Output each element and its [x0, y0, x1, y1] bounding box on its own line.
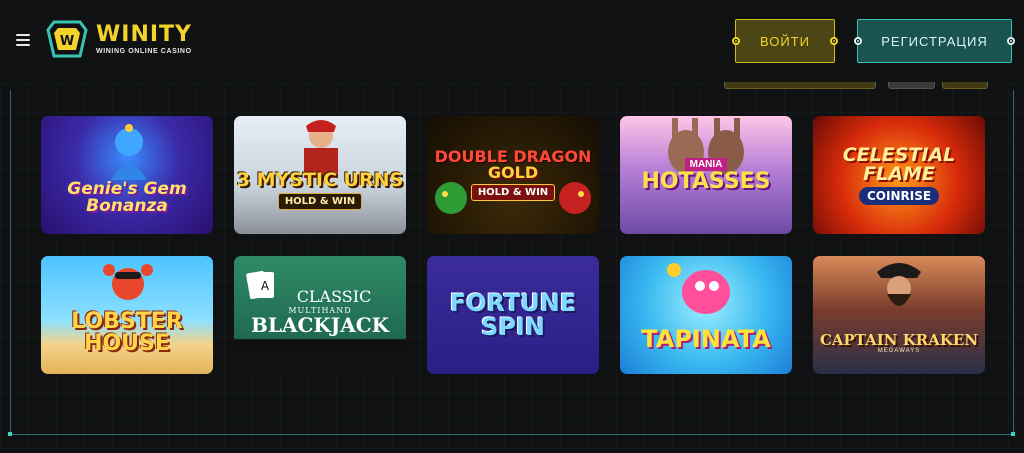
game-title: CELESTIAL FLAME	[842, 143, 956, 185]
register-label: РЕГИСТРАЦИЯ	[881, 33, 988, 49]
login-label: ВОЙТИ	[760, 33, 810, 49]
filter-bar-partial[interactable]	[888, 82, 935, 89]
filter-bar-partial[interactable]	[942, 82, 988, 89]
playing-cards-icon: A	[246, 270, 274, 300]
site-header: W WINITY WINING ONLINE CASINO ВОЙТИ РЕГИ…	[0, 0, 1024, 82]
game-title-top: CLASSIC	[296, 287, 372, 306]
game-title: LOBSTER HOUSE	[71, 309, 183, 356]
game-title: Genie's Gem Bonanza	[67, 179, 187, 216]
game-title: HOTASSES	[641, 168, 771, 194]
game-tile-classic-multihand-blackjack[interactable]: A CLASSIC MULTIHAND BLACKJACK	[234, 256, 406, 374]
game-tile-genies-gem-bonanza[interactable]: Genie's Gem Bonanza	[41, 116, 213, 234]
svg-text:A: A	[261, 279, 270, 293]
game-subtitle: COINRISE	[858, 186, 940, 205]
button-ornament-icon	[854, 37, 862, 45]
game-title-small: MEGAWAYS	[877, 347, 921, 354]
frame-border-bottom	[10, 434, 1014, 435]
game-title: DOUBLE DRAGON GOLD	[435, 149, 592, 181]
button-ornament-icon	[830, 37, 838, 45]
button-ornament-icon	[732, 37, 740, 45]
game-title: BLACKJACK	[250, 313, 390, 337]
dragon-icon	[435, 182, 467, 214]
lobster-icon	[103, 264, 153, 300]
genie-icon	[111, 124, 147, 180]
brand-name: WINITY	[96, 21, 192, 47]
game-tile-tapinata[interactable]: TAPINATA	[620, 256, 792, 374]
filter-bar-partial[interactable]	[724, 82, 876, 89]
svg-text:W: W	[60, 34, 74, 49]
login-button[interactable]: ВОЙТИ	[732, 19, 838, 63]
frame-corner-icon	[1011, 432, 1015, 436]
frame-corner-icon	[8, 432, 12, 436]
game-tile-celestial-flame[interactable]: CELESTIAL FLAME COINRISE	[813, 116, 985, 234]
game-title: FORTUNE SPIN	[449, 289, 577, 341]
game-tile-captain-kraken[interactable]: CAPTAIN KRAKEN MEGAWAYS	[813, 256, 985, 374]
game-tile-fortune-spin[interactable]: FORTUNE SPIN	[427, 256, 599, 374]
register-button[interactable]: РЕГИСТРАЦИЯ	[854, 19, 1015, 63]
game-title: 3 MYSTIC URNS	[236, 168, 404, 191]
brand-tagline: WINING ONLINE CASINO	[96, 47, 192, 55]
pirate-icon	[877, 263, 921, 306]
brand-logo[interactable]: W WINITY WINING ONLINE CASINO	[46, 20, 192, 58]
game-subtitle: HOLD & WIN	[470, 184, 556, 201]
game-title-line: GOLD	[487, 163, 539, 182]
winity-logo-icon: W	[46, 20, 88, 58]
game-tile-double-dragon-gold[interactable]: DOUBLE DRAGON GOLD HOLD & WIN	[427, 116, 599, 234]
hamburger-icon[interactable]	[16, 34, 30, 46]
game-title: TAPINATA	[641, 325, 771, 353]
game-subtitle: HOLD & WIN	[277, 192, 363, 210]
dragon-icon	[559, 182, 591, 214]
button-ornament-icon	[1007, 37, 1015, 45]
frame-border-left	[10, 90, 11, 435]
game-grid: Genie's Gem Bonanza 3 MYSTIC URNS HOLD &…	[41, 116, 985, 374]
frame-border-right	[1013, 90, 1014, 435]
game-tile-mania-hotasses[interactable]: MANIA HOTASSES	[620, 116, 792, 234]
game-tile-3-mystic-urns[interactable]: 3 MYSTIC URNS HOLD & WIN	[234, 116, 406, 234]
game-tile-lobster-house[interactable]: LOBSTER HOUSE	[41, 256, 213, 374]
game-title: CAPTAIN KRAKEN	[819, 330, 979, 349]
pinata-icon	[667, 263, 730, 314]
